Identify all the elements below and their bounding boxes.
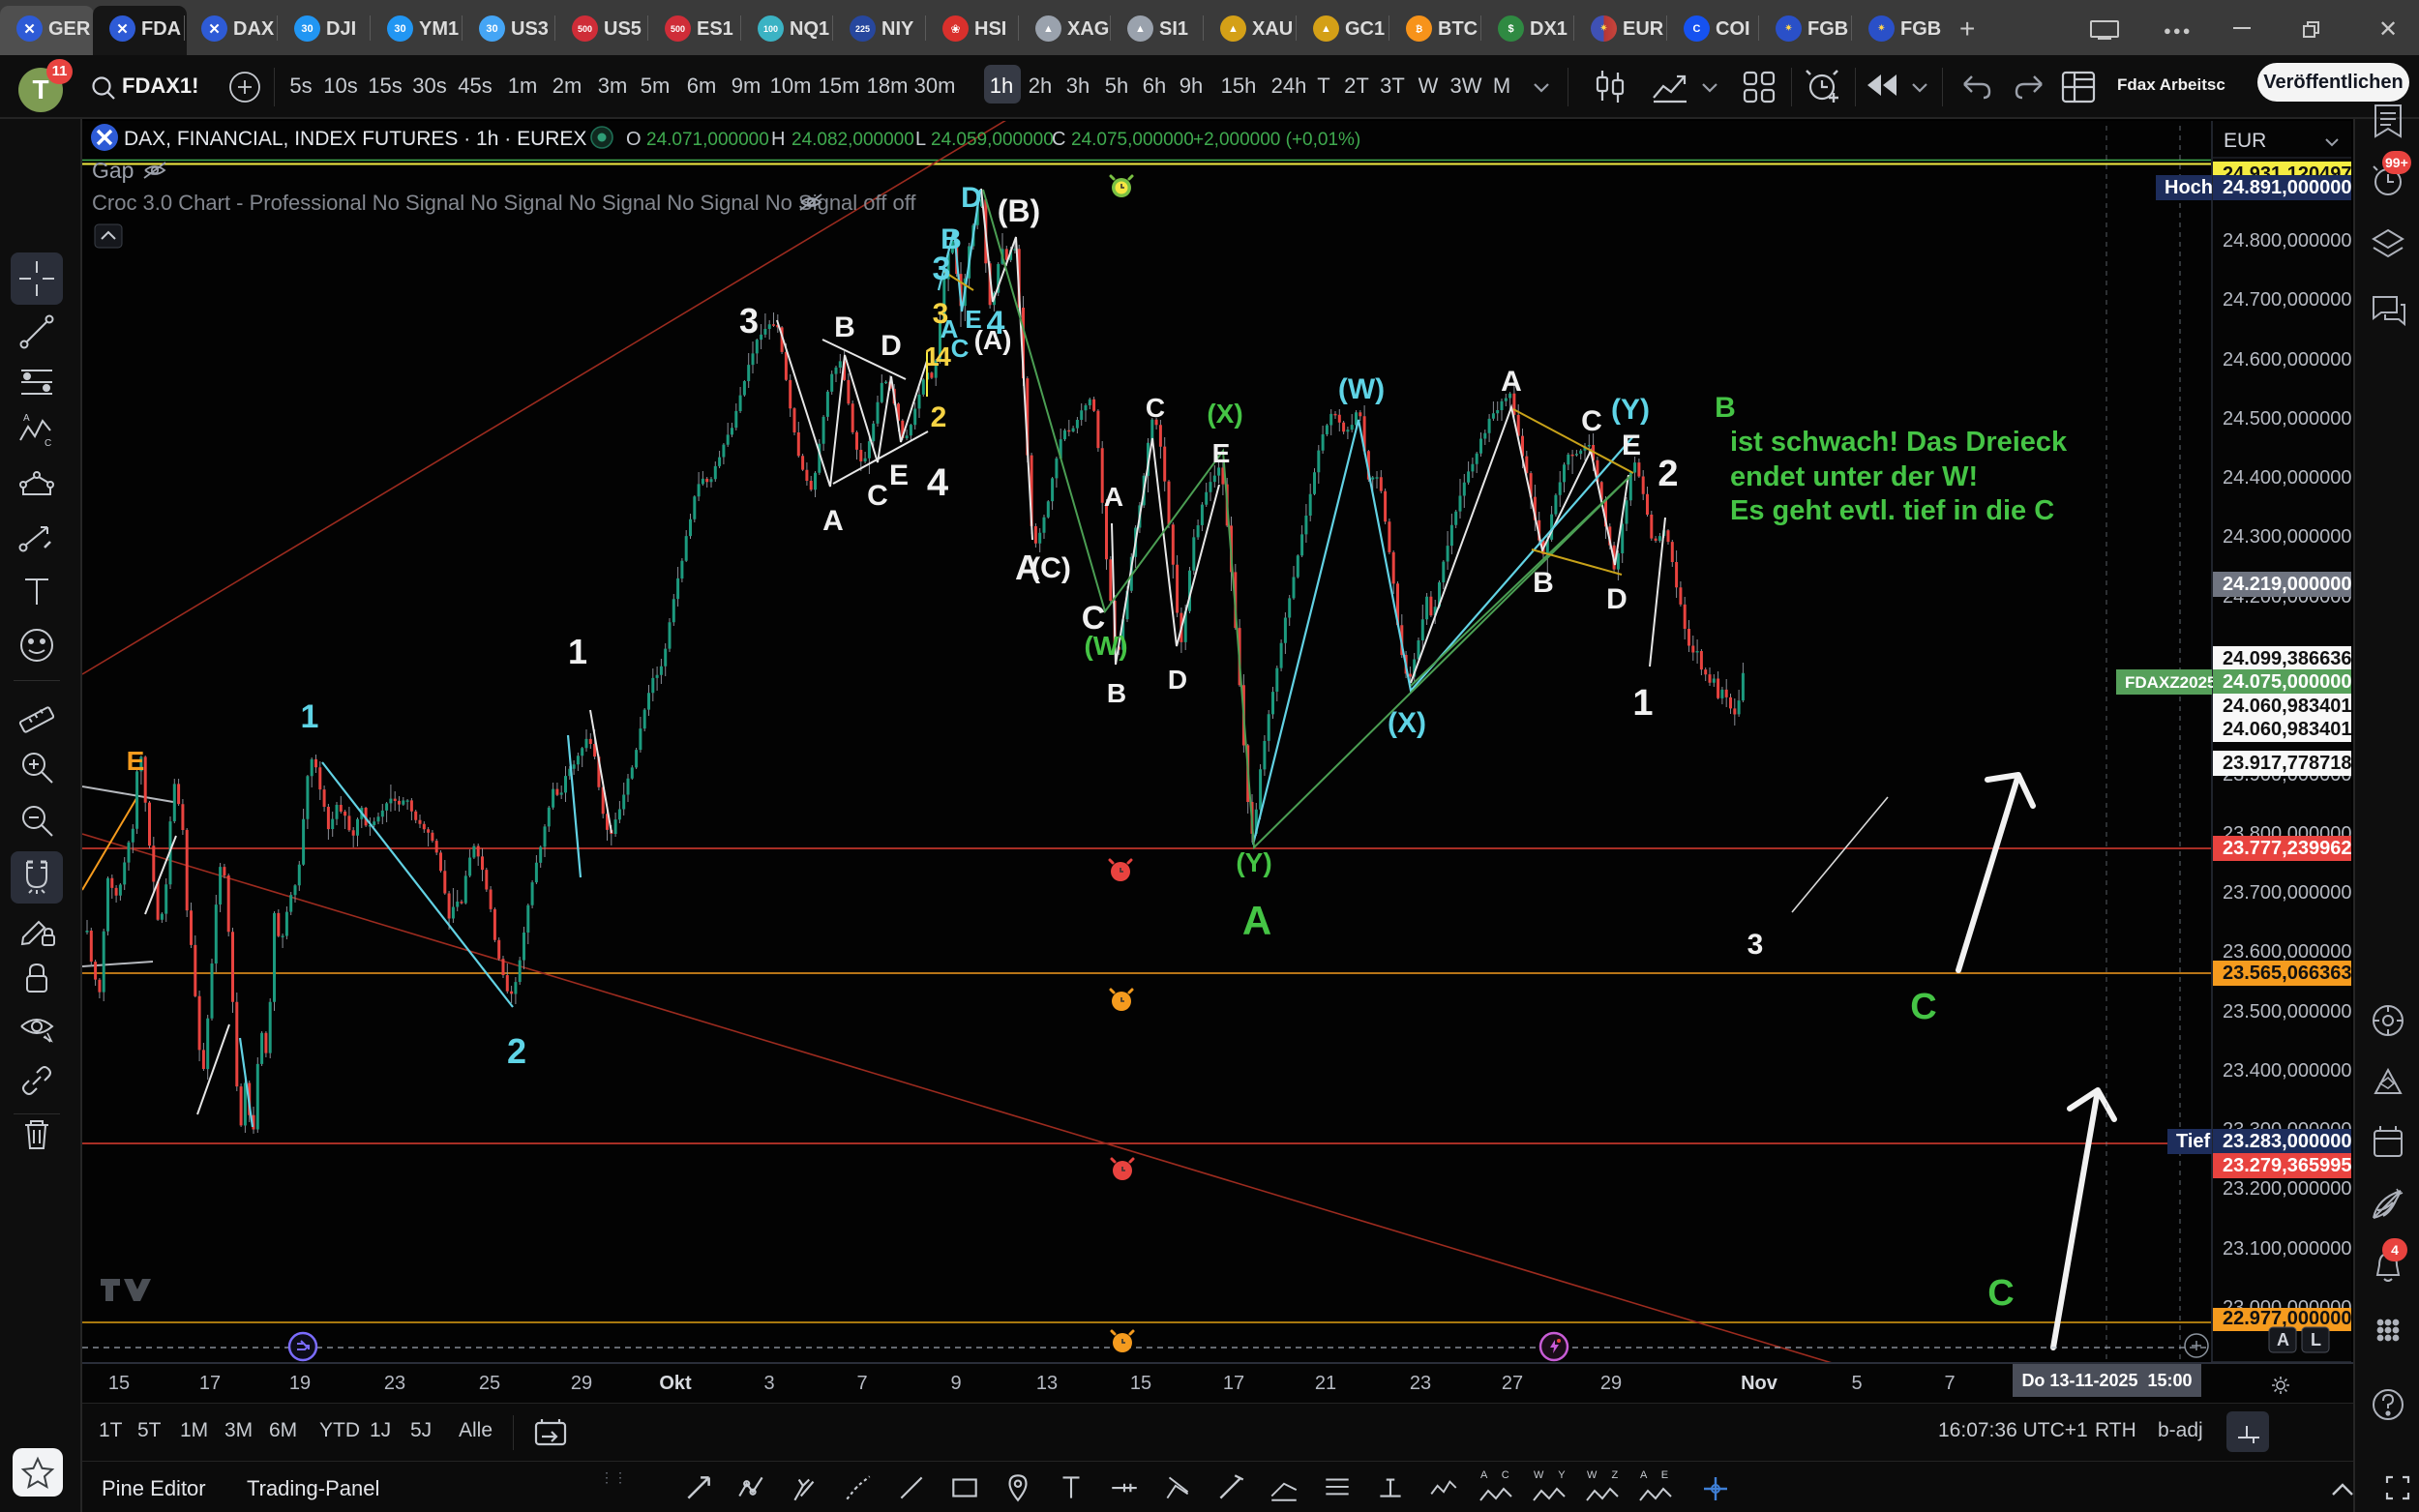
svg-text:B: B: [1107, 678, 1126, 708]
svg-text:24.059,000000: 24.059,000000: [931, 130, 1054, 150]
svg-text:(W): (W): [1084, 631, 1127, 661]
svg-text:3: 3: [1747, 929, 1764, 961]
svg-text:(Y): (Y): [1236, 847, 1271, 877]
svg-text:24.075,000000: 24.075,000000: [1071, 130, 1194, 150]
svg-text:4: 4: [936, 341, 951, 371]
svg-text:L: L: [915, 129, 926, 150]
svg-text:23.917,778718: 23.917,778718: [2223, 753, 2351, 774]
svg-text:23.400,000000: 23.400,000000: [2223, 1060, 2351, 1082]
svg-text:23.279,365995: 23.279,365995: [2223, 1155, 2351, 1176]
svg-text:1: 1: [1632, 683, 1653, 724]
svg-text:3: 3: [739, 301, 759, 341]
svg-text:C: C: [45, 438, 51, 449]
svg-text:C: C: [1987, 1273, 2014, 1314]
svg-text:24.700,000000: 24.700,000000: [2223, 289, 2351, 311]
svg-text:24.082,000000: 24.082,000000: [791, 130, 914, 150]
svg-text:A: A: [23, 413, 30, 424]
svg-text:2: 2: [507, 1031, 526, 1071]
svg-text:A: A: [2277, 1330, 2289, 1349]
svg-text:3: 3: [933, 298, 949, 330]
svg-text:Es geht evtl. tief in die C: Es geht evtl. tief in die C: [1730, 495, 2054, 526]
svg-text:B: B: [1715, 392, 1736, 424]
svg-text:E: E: [889, 460, 909, 491]
svg-text:E: E: [965, 305, 981, 334]
svg-text:C: C: [1910, 987, 1936, 1027]
svg-text:23.565,066363: 23.565,066363: [2223, 963, 2351, 984]
svg-text:(W): (W): [1338, 373, 1385, 405]
svg-text:Tief: Tief: [2176, 1131, 2211, 1152]
svg-text:Hoch: Hoch: [2165, 177, 2213, 198]
svg-text:C: C: [1146, 393, 1165, 423]
svg-text:24.891,000000: 24.891,000000: [2223, 177, 2351, 198]
svg-text:2: 2: [931, 401, 947, 433]
svg-text:B: B: [1533, 567, 1554, 599]
svg-text:(C): (C): [1030, 552, 1071, 584]
svg-text:1: 1: [301, 698, 319, 735]
svg-text:23.777,239962: 23.777,239962: [2223, 838, 2351, 859]
svg-text:23.600,000000: 23.600,000000: [2223, 941, 2351, 963]
svg-text:L: L: [2311, 1330, 2321, 1349]
svg-text:A: A: [1242, 898, 1271, 943]
svg-text:24.075,000000: 24.075,000000: [2223, 671, 2351, 693]
svg-text:4: 4: [927, 461, 949, 504]
svg-text:24.099,386636: 24.099,386636: [2223, 648, 2351, 669]
svg-text:2: 2: [1657, 454, 1678, 494]
svg-text:E: E: [1622, 430, 1641, 461]
svg-text:4: 4: [987, 305, 1005, 341]
svg-text:DAX, FINANCIAL, INDEX FUTURES: DAX, FINANCIAL, INDEX FUTURES · 1h · EUR…: [124, 128, 586, 150]
svg-text:24.500,000000: 24.500,000000: [2223, 408, 2351, 430]
svg-text:D: D: [881, 330, 902, 362]
svg-text:D: D: [1606, 583, 1628, 615]
svg-text:FDAXZ2025: FDAXZ2025: [2125, 673, 2216, 692]
svg-text:(X): (X): [1207, 399, 1242, 429]
svg-text:22.977,000000: 22.977,000000: [2223, 1308, 2351, 1329]
svg-text:23.200,000000: 23.200,000000: [2223, 1178, 2351, 1200]
svg-text:23.500,000000: 23.500,000000: [2223, 1001, 2351, 1023]
svg-text:A: A: [822, 505, 844, 537]
svg-text:D: D: [1168, 665, 1187, 695]
svg-text:ist schwach! Das Dreieck: ist schwach! Das Dreieck: [1730, 427, 2068, 458]
svg-text:C: C: [951, 334, 970, 363]
svg-text:endet unter der W!: endet unter der W!: [1730, 461, 1978, 492]
svg-text:24.219,000000: 24.219,000000: [2223, 574, 2351, 595]
svg-text:EUR: EUR: [2224, 130, 2266, 152]
svg-text:Croc 3.0 Chart - Professional: Croc 3.0 Chart - Professional No Signal …: [92, 191, 916, 215]
svg-text:24.600,000000: 24.600,000000: [2223, 349, 2351, 371]
svg-text:(Y): (Y): [1611, 394, 1650, 426]
svg-text:+2,000000 (+0,01%): +2,000000 (+0,01%): [1193, 130, 1360, 150]
svg-text:24.060,983401: 24.060,983401: [2223, 719, 2351, 740]
svg-text:O: O: [626, 129, 642, 150]
svg-text:3: 3: [933, 251, 951, 287]
svg-text:H: H: [771, 129, 785, 150]
svg-text:24.800,000000: 24.800,000000: [2223, 230, 2351, 252]
svg-text:23.100,000000: 23.100,000000: [2223, 1238, 2351, 1260]
svg-text:(B): (B): [998, 193, 1040, 228]
svg-text:A: A: [1104, 482, 1123, 512]
svg-text:(X): (X): [1388, 707, 1426, 739]
svg-text:E: E: [1212, 438, 1231, 468]
svg-text:C: C: [867, 480, 888, 512]
svg-text:A: A: [1501, 366, 1522, 398]
svg-text:24.300,000000: 24.300,000000: [2223, 526, 2351, 548]
svg-text:23.283,000000: 23.283,000000: [2223, 1131, 2351, 1152]
svg-text:C: C: [1581, 405, 1602, 437]
svg-text:Gap: Gap: [92, 158, 134, 183]
svg-text:24.400,000000: 24.400,000000: [2223, 467, 2351, 489]
svg-text:1: 1: [568, 632, 587, 671]
svg-text:C: C: [1052, 129, 1065, 150]
svg-text:B: B: [834, 311, 855, 343]
svg-text:24.071,000000: 24.071,000000: [646, 130, 769, 150]
svg-text:24.060,983401: 24.060,983401: [2223, 696, 2351, 717]
svg-text:D: D: [961, 182, 982, 214]
svg-text:23.700,000000: 23.700,000000: [2223, 882, 2351, 904]
svg-text:E: E: [127, 746, 145, 776]
